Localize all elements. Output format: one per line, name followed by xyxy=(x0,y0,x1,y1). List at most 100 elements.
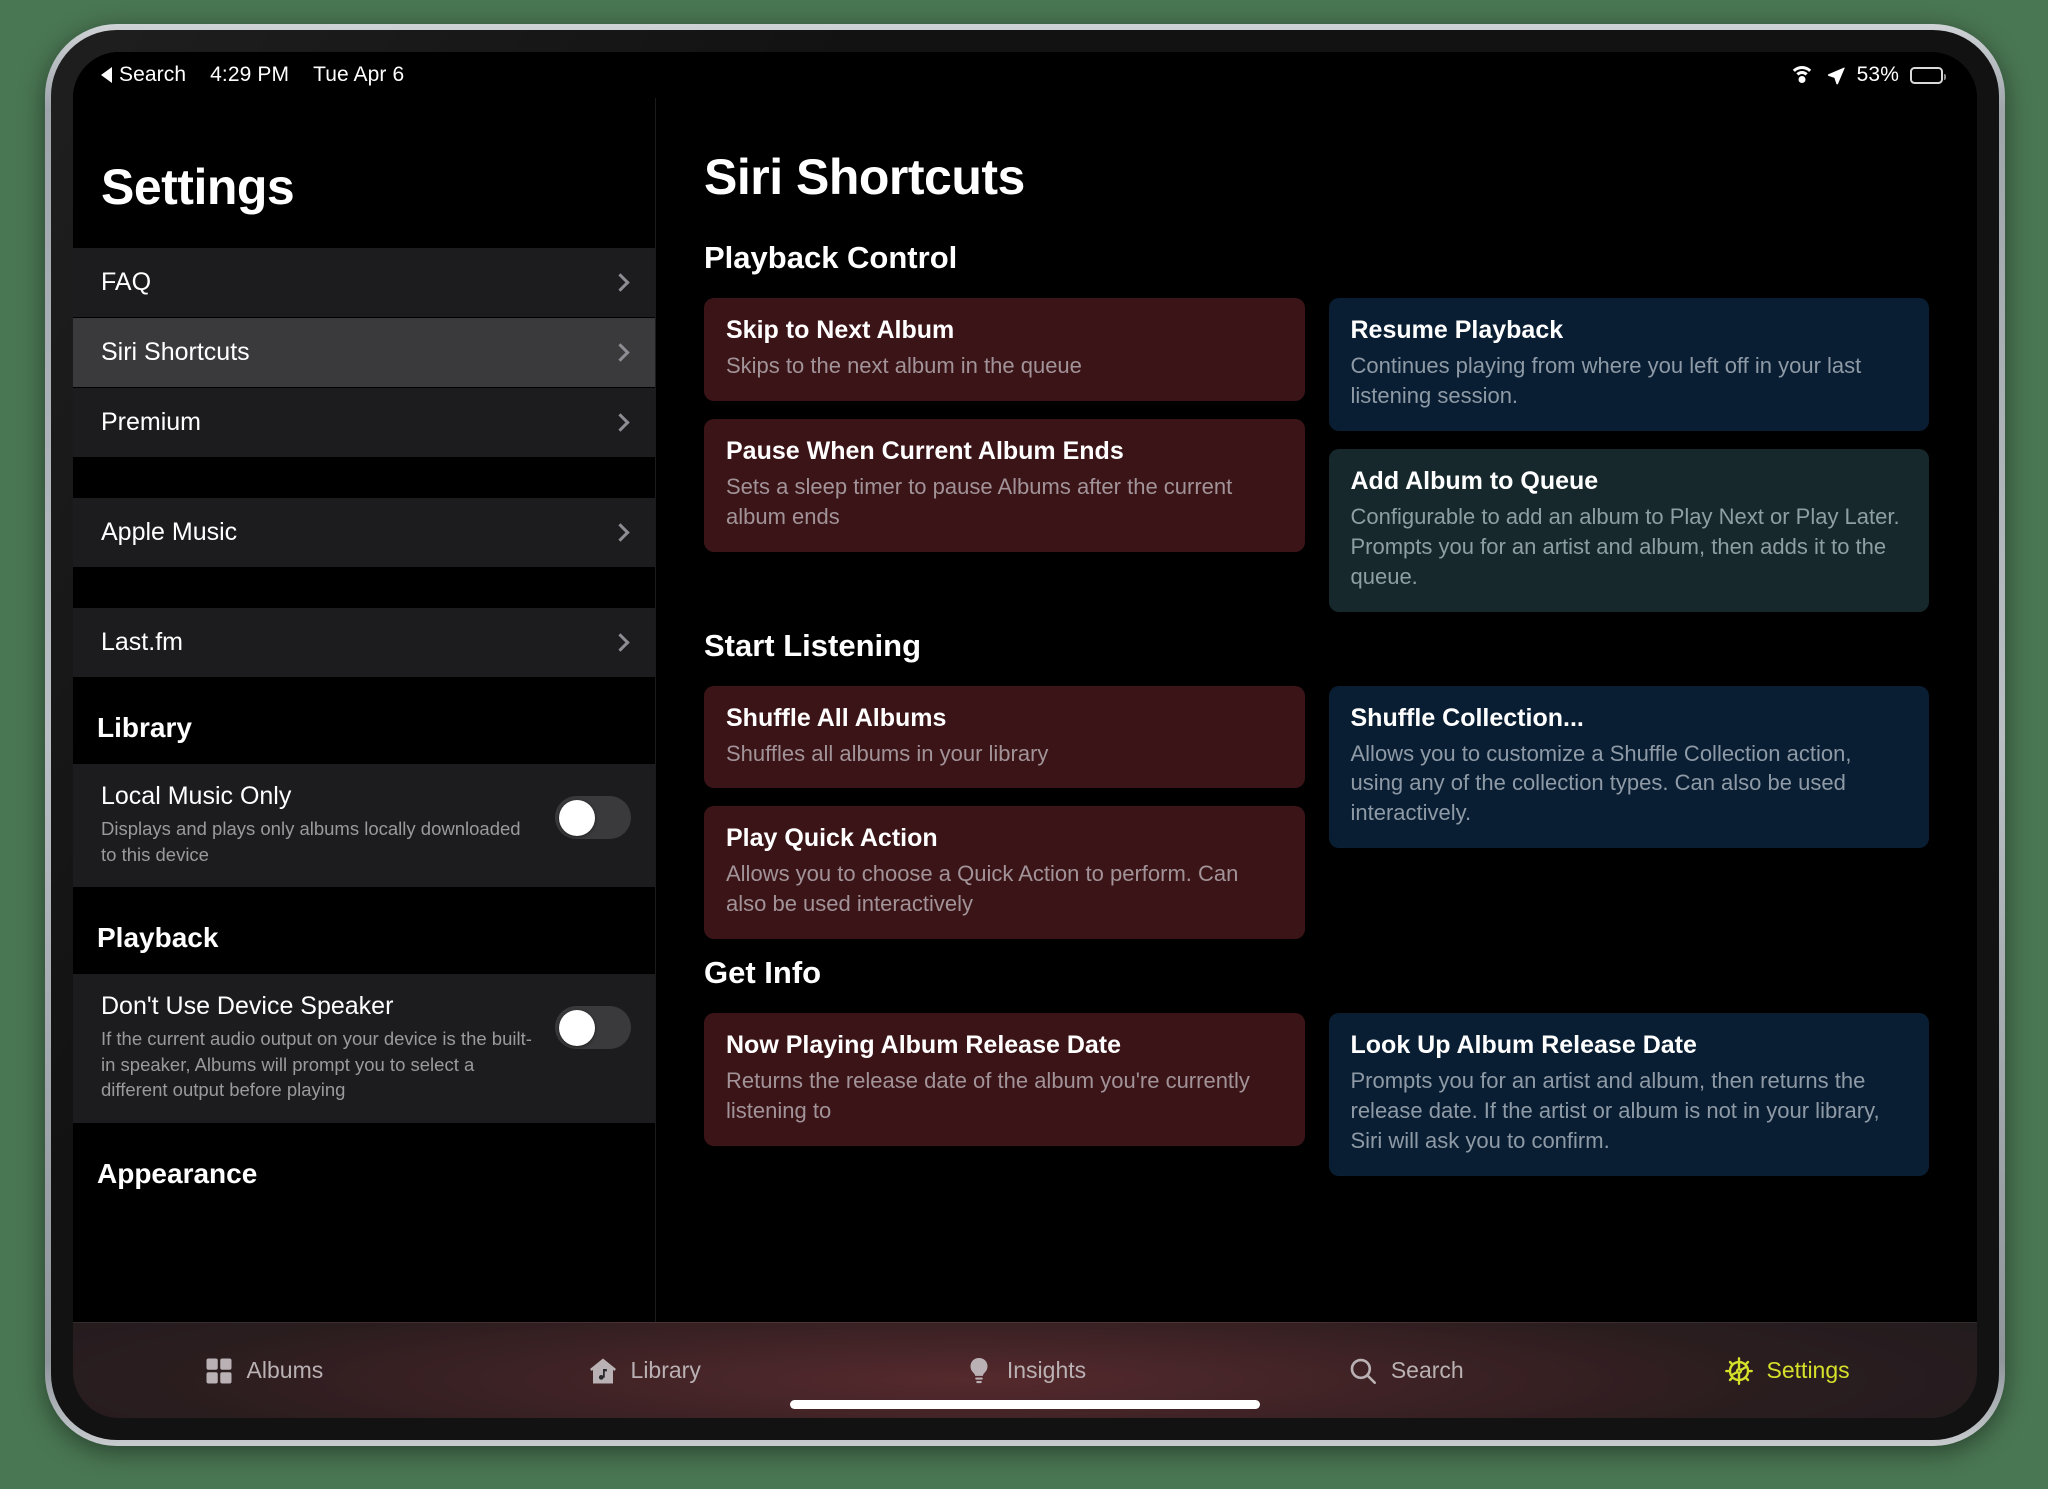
tab-label: Insights xyxy=(1006,1357,1087,1383)
sidebar-section-header-playback: Playback xyxy=(73,888,655,975)
sidebar-item-apple-music[interactable]: Apple Music xyxy=(73,498,655,568)
shortcut-card-look-up-album-release-date[interactable]: Look Up Album Release Date Prompts you f… xyxy=(1328,1013,1929,1176)
card-title: Now Playing Album Release Date xyxy=(726,1031,1122,1060)
local-music-only-toggle[interactable] xyxy=(555,796,631,839)
shortcut-card-shuffle-collection[interactable]: Shuffle Collection... Allows you to cust… xyxy=(1328,685,1929,849)
card-subtitle: Prompts you for an artist and album, the… xyxy=(1350,1068,1880,1154)
lightbulb-icon xyxy=(970,1357,988,1383)
section-column-left: Shuffle All Albums Shuffles all albums i… xyxy=(704,685,1305,940)
shortcut-card-now-playing-album-release-date[interactable]: Now Playing Album Release Date Returns t… xyxy=(704,1013,1305,1147)
card-subtitle: Continues playing from where you left of… xyxy=(1350,353,1862,408)
battery-percent-label: 53% xyxy=(1856,63,1899,86)
sidebar-item-lastfm[interactable]: Last.fm xyxy=(73,608,655,678)
device-bezel: Search 4:29 PM Tue Apr 6 53% Settings FA… xyxy=(51,30,1999,1440)
tab-label: Settings xyxy=(1766,1357,1850,1383)
sidebar-item-label: Premium xyxy=(101,408,202,436)
gear-icon xyxy=(1724,1356,1753,1385)
chevron-right-icon xyxy=(611,273,630,292)
section-column-right: Resume Playback Continues playing from w… xyxy=(1328,298,1929,612)
shortcut-card-pause-when-current-album-ends[interactable]: Pause When Current Album Ends Sets a sle… xyxy=(704,418,1305,552)
sidebar-item-faq[interactable]: FAQ xyxy=(73,248,655,318)
section-header-start-listening: Start Listening xyxy=(704,627,922,663)
sidebar-item-dont-use-device-speaker[interactable]: Don't Use Device Speaker If the current … xyxy=(73,974,655,1124)
section-column-left: Now Playing Album Release Date Returns t… xyxy=(704,1013,1305,1147)
status-bar-date: Tue Apr 6 xyxy=(313,63,405,86)
section-column-right: Look Up Album Release Date Prompts you f… xyxy=(1328,1013,1929,1176)
card-subtitle: Allows you to choose a Quick Action to p… xyxy=(726,861,1239,917)
section-header-get-info: Get Info xyxy=(704,955,822,991)
shortcut-card-add-album-to-queue[interactable]: Add Album to Queue Configurable to add a… xyxy=(1328,448,1929,612)
tab-settings[interactable]: Settings xyxy=(1596,1356,1977,1386)
card-title: Shuffle Collection... xyxy=(1350,703,1584,732)
tab-albums[interactable]: Albums xyxy=(73,1356,454,1386)
sidebar-section-header-appearance: Appearance xyxy=(73,1123,655,1210)
card-subtitle: Shuffles all albums in your library xyxy=(726,740,1049,766)
grid-icon xyxy=(206,1358,232,1383)
chevron-right-icon xyxy=(611,633,630,652)
sidebar-item-label: FAQ xyxy=(101,268,152,296)
tab-insights[interactable]: Insights xyxy=(835,1356,1216,1386)
split-view: Settings FAQ Siri Shortcuts Premium Appl… xyxy=(73,98,1977,1322)
sidebar-item-label: Siri Shortcuts xyxy=(101,338,250,366)
screenshot-stage: Search 4:29 PM Tue Apr 6 53% Settings FA… xyxy=(0,0,2048,1489)
tab-label: Library xyxy=(630,1357,701,1383)
status-bar-left: Search 4:29 PM Tue Apr 6 xyxy=(101,63,404,87)
status-bar-time: 4:29 PM xyxy=(210,63,290,86)
section-grid-start-listening: Shuffle All Albums Shuffles all albums i… xyxy=(704,685,1929,940)
home-indicator[interactable] xyxy=(790,1400,1260,1409)
shortcut-card-play-quick-action[interactable]: Play Quick Action Allows you to choose a… xyxy=(704,806,1305,940)
battery-icon xyxy=(1910,66,1946,84)
chevron-right-icon xyxy=(611,343,630,362)
card-title: Add Album to Queue xyxy=(1350,466,1599,495)
section-header-playback-control: Playback Control xyxy=(704,240,958,275)
status-bar-back-to-app[interactable]: Search xyxy=(101,63,186,87)
tab-search[interactable]: Search xyxy=(1215,1356,1596,1386)
ipad-device-frame: Search 4:29 PM Tue Apr 6 53% Settings FA… xyxy=(45,24,2005,1446)
card-title: Resume Playback xyxy=(1350,316,1564,344)
sidebar-title: Settings xyxy=(101,159,295,215)
card-subtitle: Configurable to add an album to Play Nex… xyxy=(1350,503,1900,589)
device-speaker-texts: Don't Use Device Speaker If the current … xyxy=(101,992,539,1103)
card-title: Pause When Current Album Ends xyxy=(726,436,1124,465)
settings-sidebar[interactable]: Settings FAQ Siri Shortcuts Premium Appl… xyxy=(73,98,656,1322)
shortcut-card-resume-playback[interactable]: Resume Playback Continues playing from w… xyxy=(1328,298,1929,431)
device-speaker-title: Don't Use Device Speaker xyxy=(101,992,394,1021)
back-triangle-icon xyxy=(101,67,112,83)
sidebar-item-local-music-only[interactable]: Local Music Only Displays and plays only… xyxy=(73,764,655,889)
status-bar-back-label: Search xyxy=(119,63,187,86)
chevron-right-icon xyxy=(611,413,630,432)
search-icon xyxy=(1350,1358,1376,1384)
sidebar-section-header-library: Library xyxy=(73,678,655,764)
tab-label: Search xyxy=(1390,1357,1464,1383)
device-speaker-toggle[interactable] xyxy=(555,1006,631,1050)
shortcut-card-shuffle-all-albums[interactable]: Shuffle All Albums Shuffles all albums i… xyxy=(704,685,1305,789)
location-arrow-icon xyxy=(1827,67,1845,85)
card-title: Look Up Album Release Date xyxy=(1350,1031,1697,1060)
section-column-left: Skip to Next Album Skips to the next alb… xyxy=(704,298,1305,552)
sidebar-item-premium[interactable]: Premium xyxy=(73,388,655,458)
tab-library[interactable]: Library xyxy=(454,1356,835,1386)
house-note-icon xyxy=(589,1358,616,1383)
sidebar-item-siri-shortcuts[interactable]: Siri Shortcuts xyxy=(73,318,655,388)
card-subtitle: Allows you to customize a Shuffle Collec… xyxy=(1350,740,1852,826)
section-grid-playback-control: Skip to Next Album Skips to the next alb… xyxy=(704,298,1929,612)
local-music-only-subtitle: Displays and plays only albums locally d… xyxy=(101,818,521,865)
local-music-only-title: Local Music Only xyxy=(101,782,292,810)
card-subtitle: Sets a sleep timer to pause Albums after… xyxy=(726,473,1233,529)
local-music-only-texts: Local Music Only Displays and plays only… xyxy=(101,782,539,867)
sidebar-item-label: Last.fm xyxy=(101,628,183,656)
section-grid-get-info: Now Playing Album Release Date Returns t… xyxy=(704,1013,1929,1176)
card-subtitle: Returns the release date of the album yo… xyxy=(726,1068,1250,1124)
ipad-screen: Search 4:29 PM Tue Apr 6 53% Settings FA… xyxy=(73,52,1977,1418)
shortcut-card-skip-to-next-album[interactable]: Skip to Next Album Skips to the next alb… xyxy=(704,298,1305,401)
tab-bar: Albums Library Insights Search Settings xyxy=(73,1322,1977,1418)
section-column-right: Shuffle Collection... Allows you to cust… xyxy=(1328,685,1929,849)
tab-label: Albums xyxy=(246,1357,324,1383)
device-speaker-subtitle: If the current audio output on your devi… xyxy=(101,1028,532,1101)
page-title: Siri Shortcuts xyxy=(704,149,1025,205)
sidebar-item-label: Apple Music xyxy=(101,518,238,546)
sidebar-section-gap xyxy=(73,568,655,608)
sidebar-section-gap xyxy=(73,458,655,498)
status-bar-right: 53% xyxy=(1788,63,1946,87)
card-subtitle: Skips to the next album in the queue xyxy=(726,353,1082,378)
